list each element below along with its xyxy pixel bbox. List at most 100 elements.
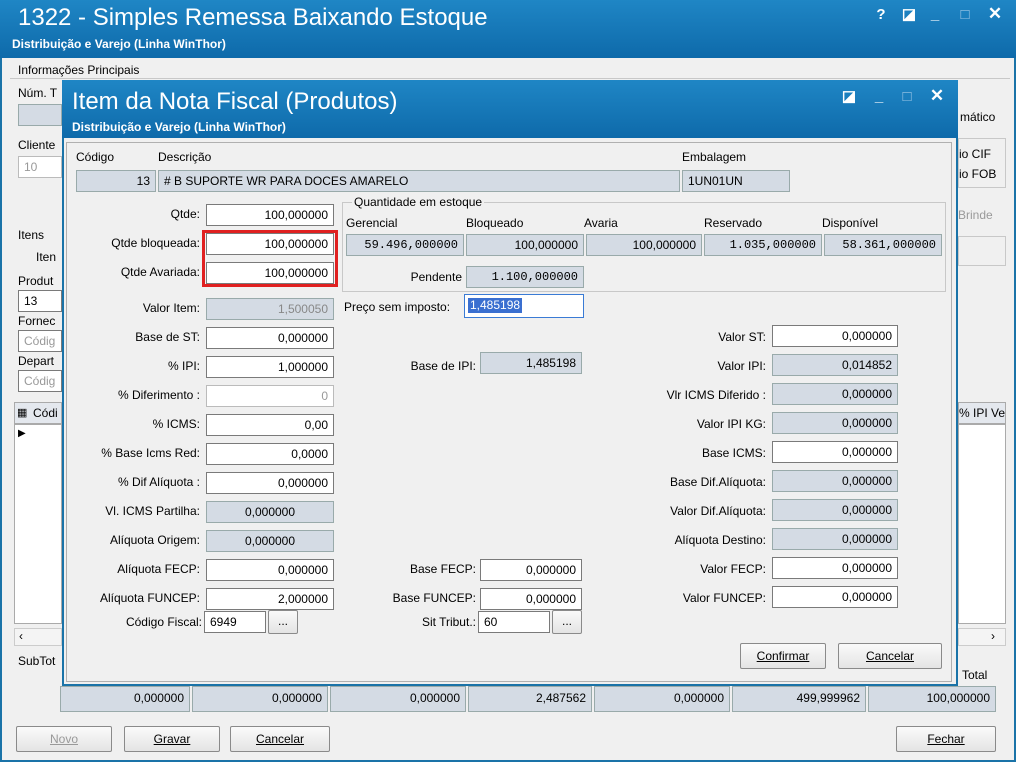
base-icms-input[interactable]: 0,000000: [772, 441, 898, 463]
departamento-label: Depart: [18, 354, 55, 368]
maximize-icon[interactable]: □: [956, 6, 974, 24]
cliente-label: Cliente: [18, 138, 56, 152]
valor-item-field: 1,500050: [206, 298, 334, 320]
pendente-label: Pendente: [410, 270, 462, 284]
codigo-fiscal-lookup-button[interactable]: ...: [268, 610, 298, 634]
base-st-input[interactable]: 0,000000: [206, 327, 334, 349]
qtde-bloqueada-input[interactable]: 100,000000: [206, 233, 334, 255]
horizontal-scrollbar[interactable]: ‹: [14, 628, 62, 646]
dialog-maximize-icon[interactable]: □: [898, 88, 916, 106]
dialog-subtitle: Distribuição e Varejo (Linha WinThor): [72, 120, 286, 134]
sit-tribut-lookup-button[interactable]: ...: [552, 610, 582, 634]
aliquota-fecp-label: Alíquota FECP:: [117, 562, 200, 576]
grid-col-codigo[interactable]: Códi: [33, 406, 58, 420]
grid-body-right[interactable]: [958, 424, 1006, 624]
base-fecp-input[interactable]: 0,000000: [480, 559, 582, 581]
scroll-left-icon[interactable]: ‹: [19, 629, 23, 643]
aliquota-fecp-input[interactable]: 0,000000: [206, 559, 334, 581]
base-dif-aliquota-field: 0,000000: [772, 470, 898, 492]
qtde-avariada-input[interactable]: 100,000000: [206, 262, 334, 284]
frete-cif-option[interactable]: io CIF: [959, 147, 991, 161]
close-icon[interactable]: ✕: [984, 5, 1006, 23]
vl-icms-partilha-field: 0,000000: [206, 501, 334, 523]
dialog-cancelar-button[interactable]: Cancelar: [838, 643, 942, 669]
help-icon[interactable]: ?: [872, 6, 890, 24]
dialog-cancelar-label: Cancelar: [865, 649, 915, 663]
dialog-restore-icon[interactable]: ◪: [840, 88, 858, 106]
row-indicator-icon: ▶: [18, 428, 26, 439]
base-funcep-input[interactable]: 0,000000: [480, 588, 582, 610]
estoque-legend: Quantidade em estoque: [352, 195, 485, 209]
pct-dif-aliquota-input[interactable]: 0,000000: [206, 472, 334, 494]
qtde-input[interactable]: 100,000000: [206, 204, 334, 226]
valor-st-input[interactable]: 0,000000: [772, 325, 898, 347]
dialog-close-icon[interactable]: ✕: [926, 87, 948, 105]
embalagem-field: 1UN01UN: [682, 170, 790, 192]
sit-tribut-label: Sit Tribut.:: [421, 615, 476, 629]
grid-icon: ▦: [17, 407, 28, 419]
preco-sem-imposto-selected-text: 1,485198: [468, 298, 523, 313]
fechar-label: Fechar: [927, 732, 965, 746]
estoque-header-reservado: Reservado: [704, 216, 763, 230]
pct-ipi-input[interactable]: 1,000000: [206, 356, 334, 378]
valor-funcep-input[interactable]: 0,000000: [772, 586, 898, 608]
codigo-fiscal-input[interactable]: 6949: [204, 611, 266, 633]
tab-informacoes-principais[interactable]: Informações Principais: [18, 63, 139, 77]
frete-fob-option[interactable]: io FOB: [959, 167, 996, 181]
valor-fecp-input[interactable]: 0,000000: [772, 557, 898, 579]
aliquota-destino-label: Alíquota Destino:: [674, 533, 766, 547]
pct-base-icms-red-label: % Base Icms Red:: [101, 446, 200, 460]
pct-dif-aliquota-label: % Dif Alíquota :: [117, 475, 200, 489]
preco-sem-imposto-input[interactable]: 1,485198: [464, 294, 584, 318]
subtotal-value: 499,999962: [732, 686, 866, 712]
produto-field[interactable]: 13: [18, 290, 62, 312]
grid-col-ipi[interactable]: % IPI Ve: [959, 406, 1005, 420]
aliquota-funcep-label: Alíquota FUNCEP:: [99, 591, 200, 605]
main-titlebar: 1322 - Simples Remessa Baixando Estoque …: [0, 0, 1016, 58]
valor-ipi-label: Valor IPI:: [717, 359, 766, 373]
embalagem-label: Embalagem: [682, 150, 747, 164]
cliente-field[interactable]: 10: [18, 156, 62, 178]
aliquota-funcep-input[interactable]: 2,000000: [206, 588, 334, 610]
scroll-right-icon[interactable]: ›: [991, 629, 995, 643]
confirmar-button[interactable]: Confirmar: [740, 643, 826, 669]
base-fecp-label: Base FECP:: [409, 562, 476, 576]
estoque-header-gerencial: Gerencial: [346, 216, 398, 230]
pct-icms-input[interactable]: 0,00: [206, 414, 334, 436]
brinde-option[interactable]: Brinde: [958, 208, 993, 222]
valor-dif-aliquota-field: 0,000000: [772, 499, 898, 521]
tab-itens[interactable]: Iten: [36, 250, 56, 264]
horizontal-scrollbar-right[interactable]: ›: [958, 628, 1006, 646]
pct-diferimento-input[interactable]: 0: [206, 385, 334, 407]
valor-ipi-kg-label: Valor IPI KG:: [696, 417, 766, 431]
base-ipi-field: 1,485198: [480, 352, 582, 374]
itens-label: Itens: [18, 228, 45, 242]
grid-header: ▦ Códi: [14, 402, 62, 424]
grid-body[interactable]: ▶: [14, 424, 62, 624]
pendente-field: 1.100,000000: [466, 266, 584, 288]
fechar-button[interactable]: Fechar: [896, 726, 996, 752]
valor-dif-aliquota-label: Valor Dif.Alíquota:: [670, 504, 766, 518]
aliquota-origem-field: 0,000000: [206, 530, 334, 552]
base-funcep-label: Base FUNCEP:: [392, 591, 476, 605]
pct-base-icms-red-input[interactable]: 0,0000: [206, 443, 334, 465]
num-field[interactable]: [18, 104, 62, 126]
base-st-label: Base de ST:: [135, 330, 200, 344]
dialog-minimize-icon[interactable]: _: [870, 88, 888, 106]
estoque-bloqueado: 100,000000: [466, 234, 584, 256]
fornecedor-label: Fornec: [18, 314, 56, 328]
gravar-button[interactable]: Gravar: [124, 726, 220, 752]
pct-ipi-label: % IPI:: [167, 359, 200, 373]
restore-icon[interactable]: ◪: [900, 6, 918, 24]
estoque-header-avaria: Avaria: [584, 216, 618, 230]
cancelar-button[interactable]: Cancelar: [230, 726, 330, 752]
valor-item-label: Valor Item:: [142, 301, 200, 315]
vl-icms-partilha-label: Vl. ICMS Partilha:: [105, 504, 200, 518]
fornecedor-field[interactable]: Códig: [18, 330, 62, 352]
base-ipi-label: Base de IPI:: [410, 359, 476, 373]
novo-button[interactable]: Novo: [16, 726, 112, 752]
sit-tribut-input[interactable]: 60: [478, 611, 550, 633]
departamento-field[interactable]: Códig: [18, 370, 62, 392]
grid-header-right: % IPI Ve: [958, 402, 1006, 424]
minimize-icon[interactable]: _: [926, 6, 944, 24]
